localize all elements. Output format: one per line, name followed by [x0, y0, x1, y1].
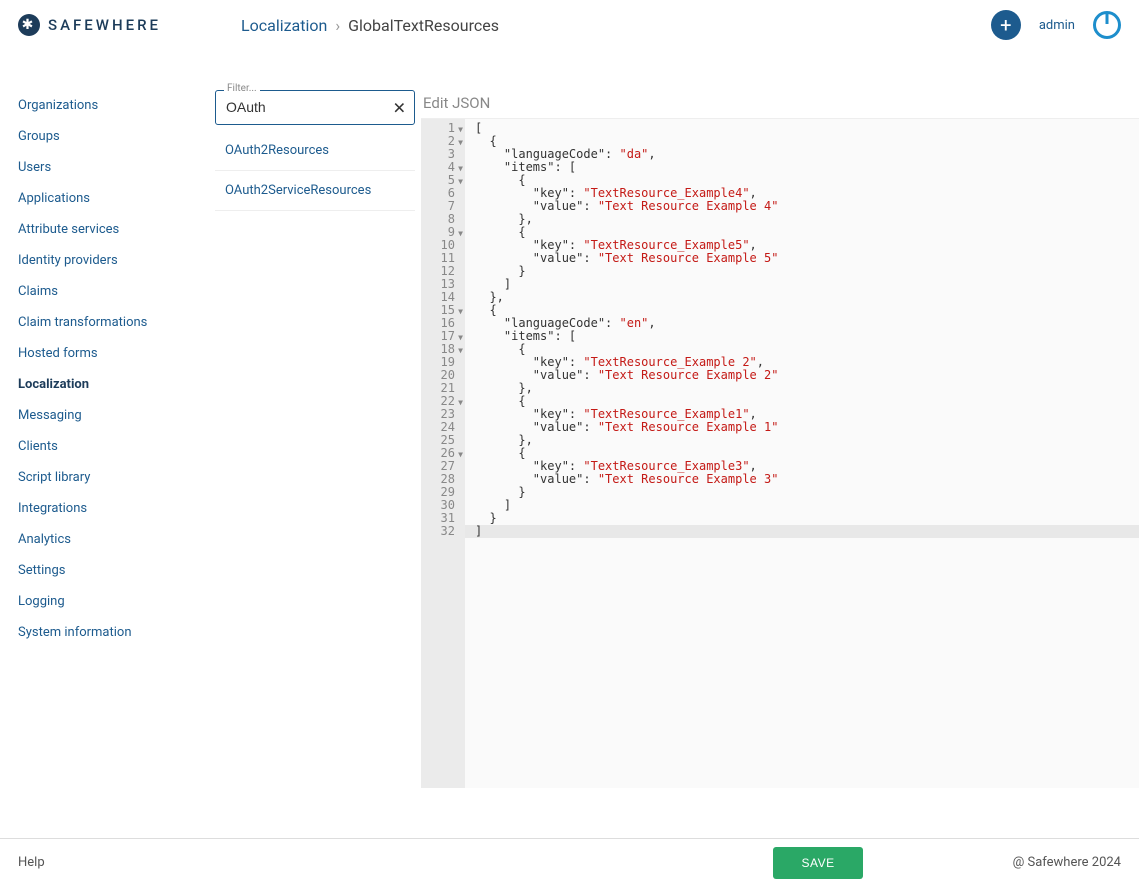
sidebar-item-analytics[interactable]: Analytics: [18, 524, 197, 555]
filter-input[interactable]: [226, 99, 378, 115]
sidebar: OrganizationsGroupsUsersApplicationsAttr…: [0, 60, 215, 836]
sidebar-item-localization[interactable]: Localization: [18, 369, 197, 400]
editor-gutter: 1▼2▼34▼5▼6789▼101112131415▼1617▼18▼19202…: [421, 119, 465, 788]
sidebar-item-attribute-services[interactable]: Attribute services: [18, 214, 197, 245]
filter-label: Filter...: [224, 83, 260, 94]
result-list: OAuth2ResourcesOAuth2ServiceResources: [215, 131, 415, 211]
power-icon[interactable]: [1093, 11, 1121, 39]
sidebar-item-identity-providers[interactable]: Identity providers: [18, 245, 197, 276]
clear-icon[interactable]: ✕: [393, 98, 406, 117]
sidebar-item-script-library[interactable]: Script library: [18, 462, 197, 493]
logo-text: SAFEWHERE: [48, 16, 161, 34]
breadcrumb: Localization › GlobalTextResources: [241, 16, 499, 35]
sidebar-item-settings[interactable]: Settings: [18, 555, 197, 586]
sidebar-item-system-information[interactable]: System information: [18, 617, 197, 648]
sidebar-item-claim-transformations[interactable]: Claim transformations: [18, 307, 197, 338]
sidebar-item-organizations[interactable]: Organizations: [18, 90, 197, 121]
admin-label[interactable]: admin: [1039, 18, 1075, 33]
json-editor[interactable]: 1▼2▼34▼5▼6789▼101112131415▼1617▼18▼19202…: [421, 118, 1139, 788]
sidebar-item-clients[interactable]: Clients: [18, 431, 197, 462]
logo: ✱ SAFEWHERE: [18, 14, 161, 36]
sidebar-item-integrations[interactable]: Integrations: [18, 493, 197, 524]
breadcrumb-link[interactable]: Localization: [241, 16, 327, 35]
sidebar-item-messaging[interactable]: Messaging: [18, 400, 197, 431]
sidebar-item-claims[interactable]: Claims: [18, 276, 197, 307]
breadcrumb-current: GlobalTextResources: [348, 16, 499, 35]
sidebar-item-groups[interactable]: Groups: [18, 121, 197, 152]
save-button[interactable]: SAVE: [773, 847, 862, 879]
logo-icon: ✱: [18, 14, 40, 36]
add-button[interactable]: +: [991, 10, 1021, 40]
editor-title: Edit JSON: [421, 90, 1139, 118]
result-item[interactable]: OAuth2Resources: [215, 131, 415, 171]
copyright: @ Safewhere 2024: [1013, 855, 1121, 870]
sidebar-item-hosted-forms[interactable]: Hosted forms: [18, 338, 197, 369]
filter-field[interactable]: Filter... ✕: [215, 90, 415, 125]
editor-code[interactable]: [ { "languageCode": "da", "items": [ { "…: [465, 119, 1139, 788]
help-link[interactable]: Help: [18, 855, 45, 870]
result-item[interactable]: OAuth2ServiceResources: [215, 171, 415, 211]
sidebar-item-users[interactable]: Users: [18, 152, 197, 183]
sidebar-item-applications[interactable]: Applications: [18, 183, 197, 214]
sidebar-item-logging[interactable]: Logging: [18, 586, 197, 617]
breadcrumb-separator: ›: [335, 16, 340, 35]
